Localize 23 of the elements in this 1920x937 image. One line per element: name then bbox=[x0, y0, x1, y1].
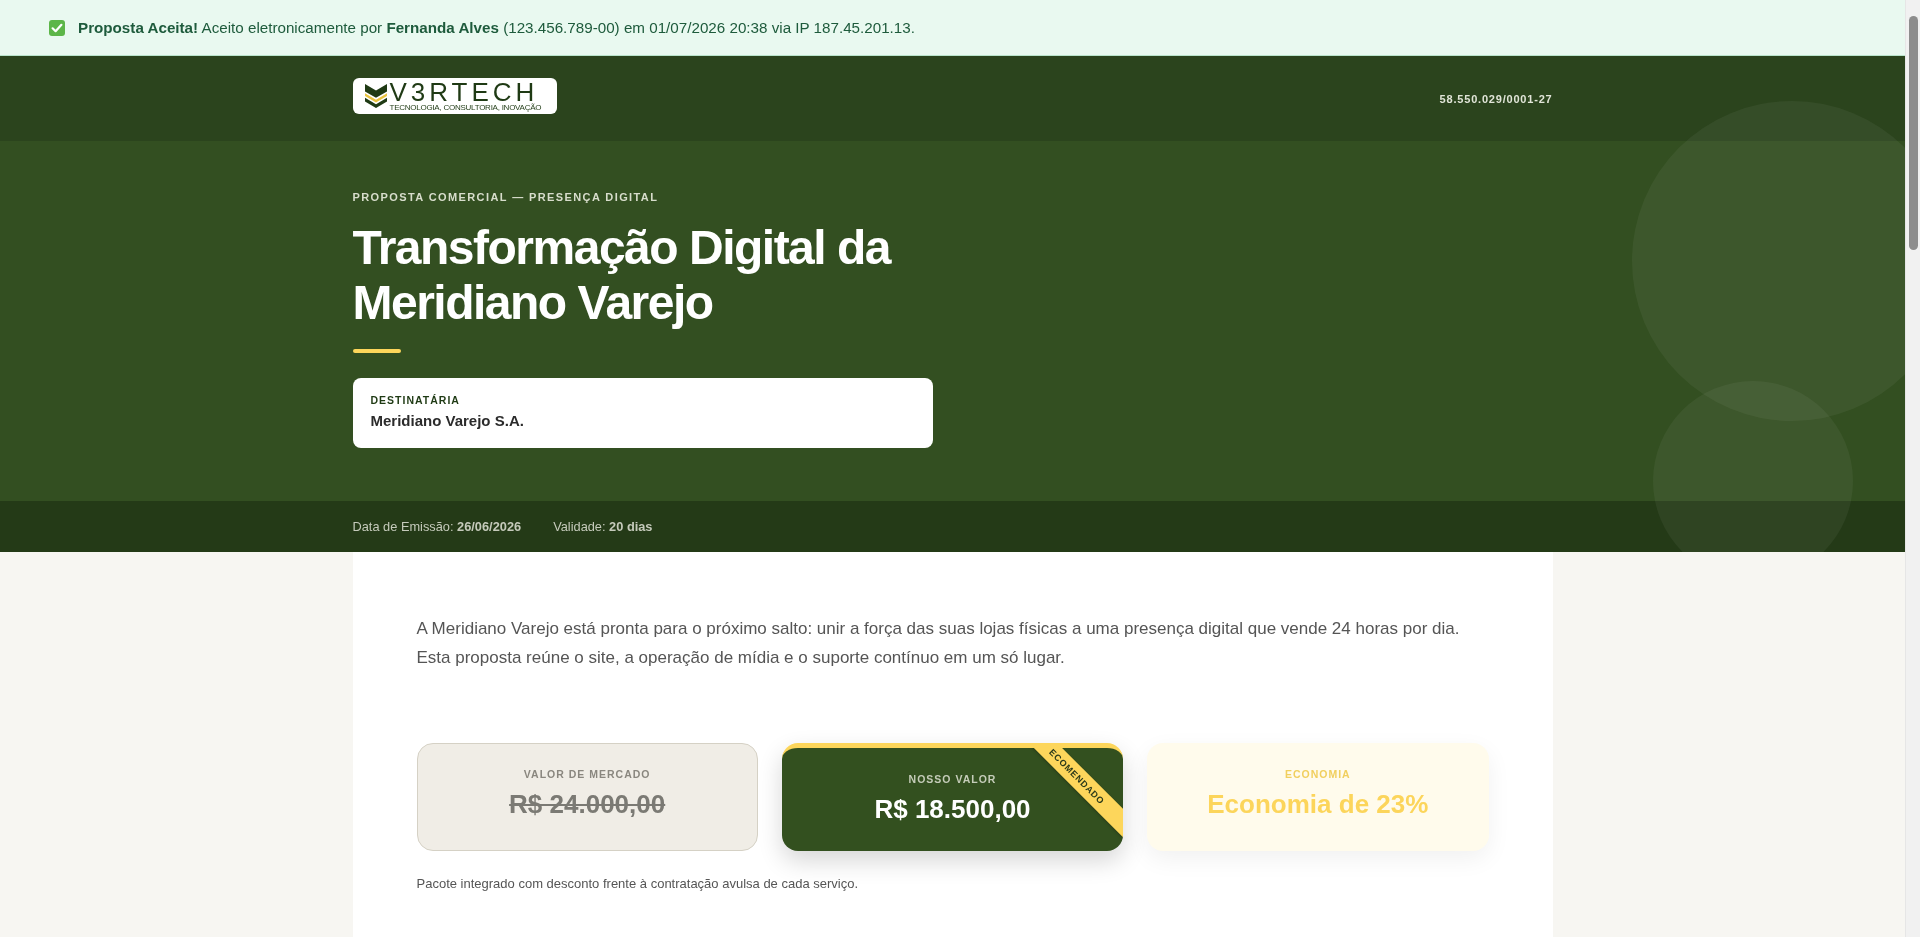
price-label: VALOR DE MERCADO bbox=[523, 767, 651, 781]
price-value: R$ 18.500,00 bbox=[874, 793, 1031, 825]
price-value: Economia de 23% bbox=[1207, 788, 1429, 820]
scrollbar[interactable] bbox=[1905, 0, 1920, 937]
eyebrow-label: PROPOSTA COMERCIAL — PRESENÇA DIGITAL bbox=[352, 190, 659, 205]
cnpj-text: 58.550.029/0001-27 bbox=[1439, 92, 1553, 105]
price-label: ECONOMIA bbox=[1284, 767, 1351, 781]
pricing-note: Pacote integrado com desconto frente à contratação avulsa de cada serviço. bbox=[416, 875, 859, 893]
recipient-name: Meridiano Varejo S.A. bbox=[370, 412, 524, 430]
acceptance-message: Proposta Aceita! Aceito eletronicamente por Fernanda Alves (123.456.789-00) em 01/07/2026 20:38 via IP 187.45.201.13. bbox=[78, 19, 915, 36]
proposal-title: Transformação Digital da Meridiano Varejo bbox=[352, 220, 892, 330]
price-label: NOSSO VALOR bbox=[908, 772, 997, 786]
logo-tagline: TECNOLOGIA, CONSULTORIA, INOVAÇÃO bbox=[389, 102, 542, 112]
meta-text: Data de Emissão: 26/06/2026 bbox=[352, 519, 522, 534]
chevron-logo-icon bbox=[364, 84, 387, 108]
title-underline bbox=[352, 349, 401, 353]
scrollbar-thumb[interactable] bbox=[1908, 16, 1918, 250]
recipient-label: DESTINATÁRIA bbox=[370, 393, 460, 408]
meta-text: Validade: 20 dias bbox=[553, 519, 653, 534]
price-value: R$ 24.000,00 bbox=[509, 788, 666, 820]
intro-paragraph: A Meridiano Varejo está pronta para o próximo salto: unir a força das suas lojas físicas a uma presença digital que vende 24 horas por dia. Esta proposta reúne o site, a operação de mídia e o suporte contínuo em um só lugar. bbox=[416, 618, 1461, 669]
check-icon bbox=[49, 19, 65, 36]
logo-wordmark: V3RTECH bbox=[389, 80, 539, 103]
